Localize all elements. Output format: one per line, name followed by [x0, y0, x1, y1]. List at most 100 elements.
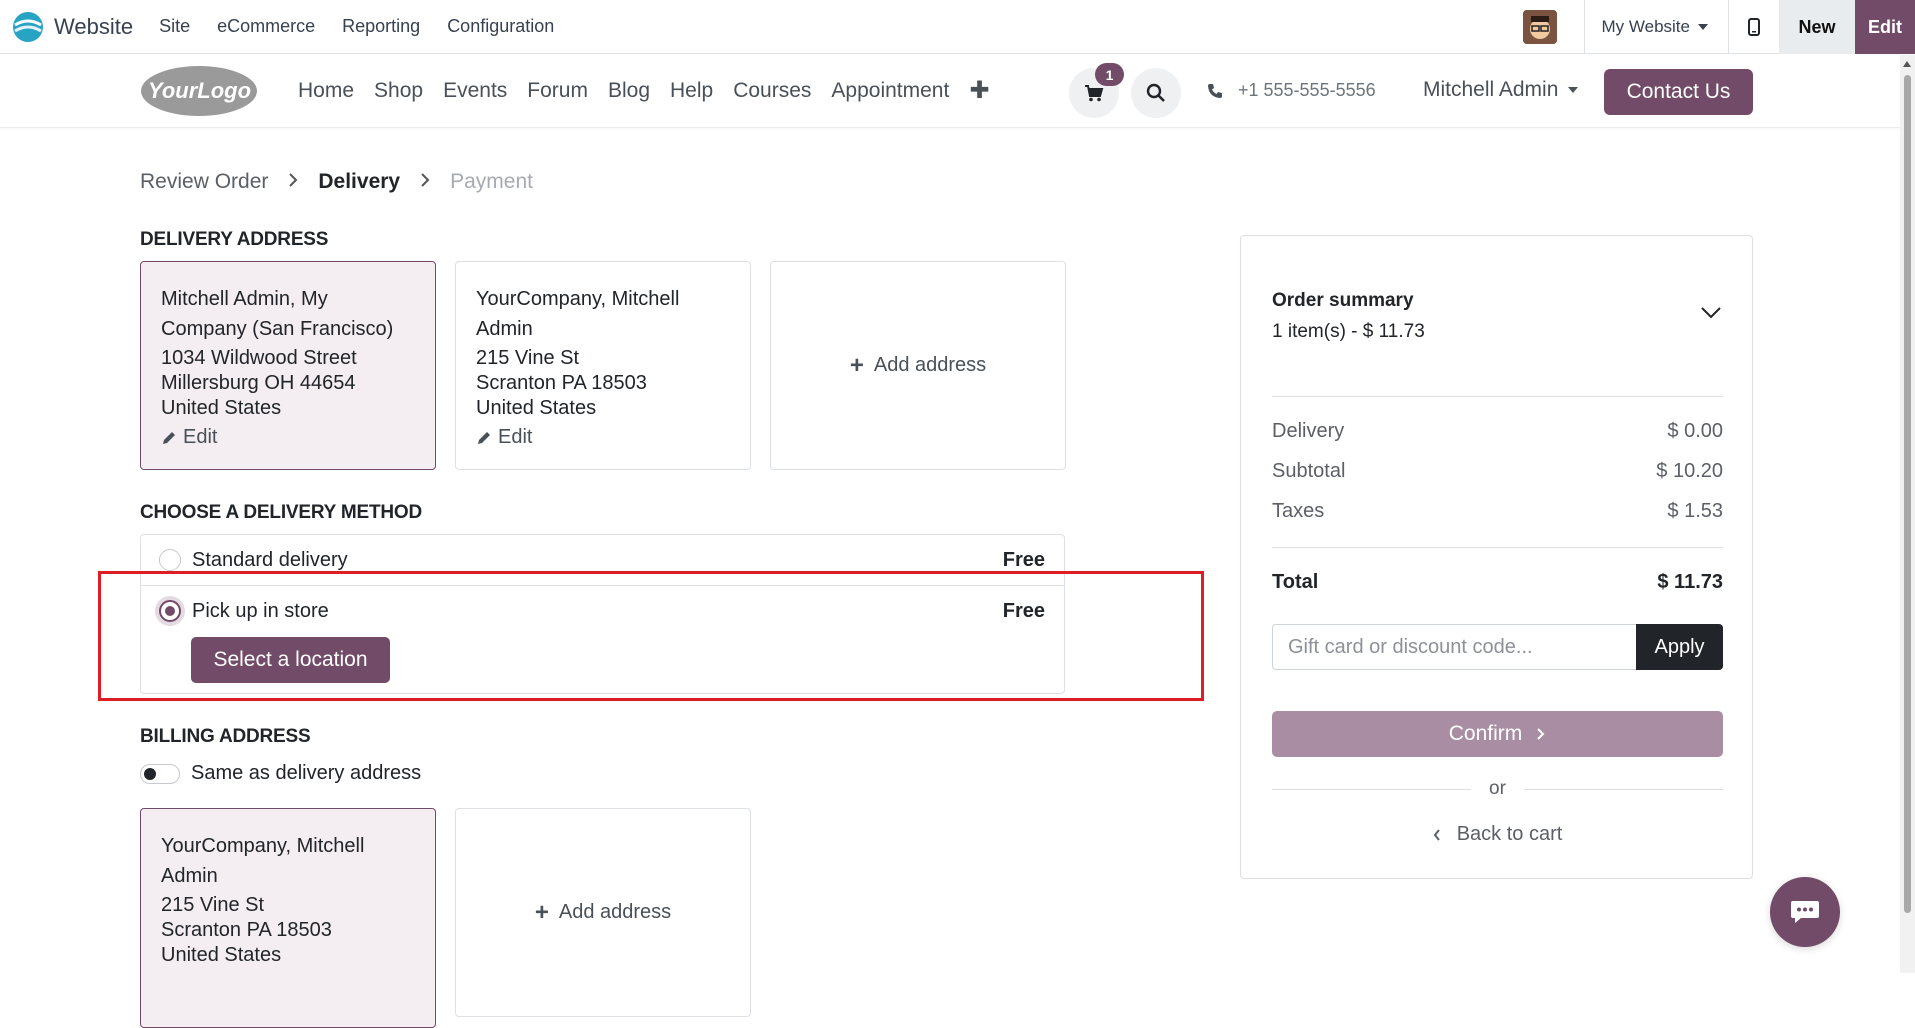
- total-value: $ 11.73: [1657, 571, 1723, 594]
- live-chat-button[interactable]: [1770, 877, 1840, 947]
- cart-icon: [1084, 84, 1104, 102]
- address-city: Scranton PA 18503: [161, 918, 415, 943]
- menu-reporting[interactable]: Reporting: [342, 16, 420, 37]
- summary-label: Delivery: [1272, 420, 1344, 443]
- chevron-down-icon[interactable]: [1700, 306, 1722, 325]
- address-name: YourCompany, Mitchell Admin: [476, 284, 730, 344]
- same-as-delivery-switch[interactable]: [140, 764, 180, 784]
- cart-count-badge: 1: [1095, 63, 1124, 86]
- delivery-address-title: DELIVERY ADDRESS: [140, 229, 328, 251]
- add-address-label: Add address: [559, 901, 671, 924]
- caret-down-icon: [1568, 87, 1578, 93]
- chevron-right-icon: [1536, 727, 1546, 741]
- topbar-right: My Website New Edit: [1523, 0, 1915, 54]
- address-street: 215 Vine St: [161, 893, 415, 918]
- order-summary-subtitle: 1 item(s) - $ 11.73: [1272, 321, 1425, 343]
- address-city: Scranton PA 18503: [476, 371, 730, 396]
- menu-configuration[interactable]: Configuration: [447, 16, 554, 37]
- svg-text:YourLogo: YourLogo: [148, 78, 251, 103]
- chat-icon: [1789, 899, 1821, 925]
- address-street: 1034 Wildwood Street: [161, 346, 415, 371]
- mobile-icon: [1748, 18, 1760, 36]
- coupon-input[interactable]: Gift card or discount code...: [1272, 624, 1636, 670]
- phone-icon: [1207, 83, 1223, 99]
- checkout-breadcrumb: Review Order Delivery Payment: [140, 170, 533, 194]
- menu-ecommerce[interactable]: eCommerce: [217, 16, 315, 37]
- chevron-right-icon: [420, 172, 430, 193]
- edit-address-link[interactable]: Edit: [476, 425, 730, 450]
- order-summary-title: Order summary: [1272, 290, 1414, 312]
- website-selector[interactable]: My Website: [1585, 0, 1729, 54]
- nav-links: Home Shop Events Forum Blog Help Courses…: [298, 79, 1009, 105]
- add-page-plus-icon[interactable]: ✚: [969, 76, 989, 105]
- back-to-cart-label: Back to cart: [1457, 823, 1563, 846]
- address-country: United States: [161, 396, 415, 421]
- chevron-right-icon: [288, 172, 298, 193]
- add-billing-address-button[interactable]: + Add address: [455, 808, 751, 1017]
- order-summary-card: Order summary 1 item(s) - $ 11.73 Delive…: [1240, 235, 1753, 879]
- total-label: Total: [1272, 571, 1318, 594]
- step-delivery: Delivery: [318, 170, 400, 194]
- address-country: United States: [476, 396, 730, 421]
- menu-site[interactable]: Site: [159, 16, 190, 37]
- scroll-up-arrow-icon[interactable]: [1903, 61, 1911, 67]
- search-button[interactable]: [1131, 68, 1181, 118]
- edit-button[interactable]: Edit: [1855, 0, 1915, 54]
- add-delivery-address-button[interactable]: + Add address: [770, 261, 1066, 470]
- address-city: Millersburg OH 44654: [161, 371, 415, 396]
- avatar[interactable]: [1523, 10, 1557, 44]
- user-menu[interactable]: Mitchell Admin: [1423, 78, 1578, 102]
- website-selector-label: My Website: [1602, 17, 1691, 37]
- same-as-delivery-label: Same as delivery address: [191, 762, 421, 785]
- nav-blog[interactable]: Blog: [608, 79, 650, 105]
- nav-courses[interactable]: Courses: [733, 79, 811, 105]
- address-country: United States: [161, 943, 415, 968]
- nav-help[interactable]: Help: [670, 79, 713, 105]
- nav-forum[interactable]: Forum: [527, 79, 588, 105]
- user-name: Mitchell Admin: [1423, 78, 1558, 102]
- edit-address-label: Edit: [498, 425, 532, 450]
- delivery-address-card[interactable]: YourCompany, Mitchell Admin 215 Vine St …: [455, 261, 751, 470]
- back-to-cart-link[interactable]: Back to cart: [1241, 823, 1754, 846]
- summary-label: Subtotal: [1272, 460, 1345, 483]
- nav-shop[interactable]: Shop: [374, 79, 423, 105]
- billing-address-card[interactable]: YourCompany, Mitchell Admin 215 Vine St …: [140, 808, 436, 1028]
- or-separator: or: [1272, 778, 1723, 800]
- mobile-preview-button[interactable]: [1729, 0, 1779, 54]
- divider: [1524, 789, 1723, 790]
- summary-row-taxes: Taxes $ 1.53: [1272, 500, 1723, 523]
- scrollbar-thumb[interactable]: [1904, 75, 1911, 913]
- avatar-image-icon: [1523, 10, 1557, 44]
- nav-home[interactable]: Home: [298, 79, 354, 105]
- divider: [1272, 789, 1471, 790]
- nav-appointment[interactable]: Appointment: [831, 79, 949, 105]
- delivery-option-price: Free: [1003, 549, 1045, 572]
- billing-address-title: BILLING ADDRESS: [140, 726, 310, 748]
- step-payment: Payment: [450, 170, 533, 194]
- delivery-option-label: Standard delivery: [192, 549, 348, 572]
- contact-us-button[interactable]: Contact Us: [1604, 69, 1753, 115]
- chevron-left-icon: [1433, 828, 1441, 842]
- new-button[interactable]: New: [1779, 0, 1855, 54]
- confirm-label: Confirm: [1449, 722, 1523, 746]
- address-name: Mitchell Admin, My Company (San Francisc…: [161, 284, 415, 344]
- app-brand[interactable]: Website: [12, 11, 133, 43]
- summary-row-subtotal: Subtotal $ 10.20: [1272, 460, 1723, 483]
- apply-button[interactable]: Apply: [1636, 624, 1723, 670]
- address-name: YourCompany, Mitchell Admin: [161, 831, 415, 891]
- edit-address-link[interactable]: Edit: [161, 425, 415, 450]
- delivery-address-card[interactable]: Mitchell Admin, My Company (San Francisc…: [140, 261, 436, 470]
- pencil-icon: [476, 430, 492, 446]
- radio-button[interactable]: [159, 549, 181, 571]
- vertical-scrollbar[interactable]: [1900, 55, 1915, 973]
- your-logo[interactable]: YourLogo: [140, 65, 259, 117]
- divider: [1272, 396, 1723, 397]
- confirm-button[interactable]: Confirm: [1272, 711, 1723, 757]
- app-name: Website: [54, 14, 133, 40]
- summary-row-total: Total $ 11.73: [1272, 571, 1723, 594]
- nav-events[interactable]: Events: [443, 79, 507, 105]
- step-review-order[interactable]: Review Order: [140, 170, 268, 194]
- top-menu: Site eCommerce Reporting Configuration: [159, 16, 581, 37]
- website-app-icon: [12, 11, 44, 43]
- phone-contact[interactable]: +1 555-555-5556: [1207, 80, 1376, 101]
